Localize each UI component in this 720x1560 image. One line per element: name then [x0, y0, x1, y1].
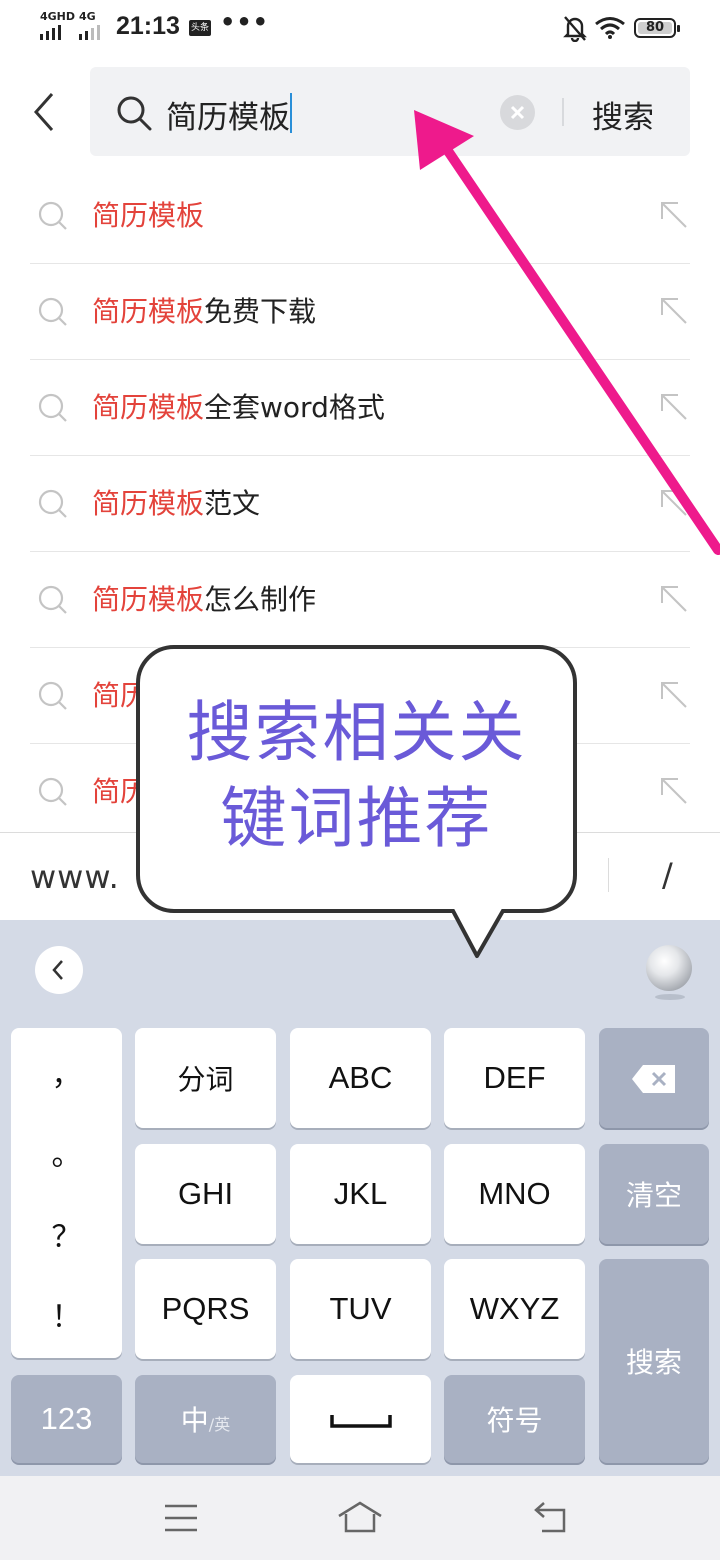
numbers-key[interactable]: 123	[11, 1375, 122, 1463]
exclaim-key[interactable]: ！	[11, 1292, 122, 1336]
keyboard-collapse-button[interactable]	[35, 946, 83, 994]
language-toggle-key[interactable]: 中/英	[135, 1375, 276, 1463]
suggestion-highlight: 简历模板	[92, 583, 205, 616]
suggestion-text: 怎么制作	[204, 583, 317, 616]
status-bar: 4GHD 4G 21:13 头条 ••• 80	[0, 0, 720, 56]
search-icon	[38, 585, 67, 614]
key-ghi[interactable]: GHI	[135, 1144, 276, 1244]
key-def[interactable]: DEF	[444, 1028, 585, 1128]
network-label-1: 4GHD	[40, 10, 76, 23]
toutiao-badge-icon: 头条	[189, 20, 211, 36]
suggestion-text: 范文	[204, 487, 261, 520]
search-icon	[38, 297, 67, 326]
key-tuv[interactable]: TUV	[290, 1259, 431, 1359]
callout-line-1: 搜索相关关	[186, 694, 527, 771]
wifi-icon	[595, 17, 625, 39]
suggestion-text: 免费下载	[204, 295, 317, 328]
back-nav-icon[interactable]	[530, 1501, 568, 1533]
backspace-key[interactable]	[599, 1028, 709, 1128]
chevron-left-icon	[52, 960, 63, 980]
url-slash-key[interactable]: /	[662, 856, 673, 894]
search-query[interactable]: 简历模板	[166, 92, 290, 137]
callout-line-2: 键词推荐	[220, 780, 493, 857]
period-key[interactable]: 。	[11, 1130, 122, 1174]
divider	[608, 858, 609, 892]
signal-icon	[40, 25, 61, 40]
clear-key[interactable]: 清空	[599, 1144, 709, 1244]
fill-query-arrow-icon[interactable]	[660, 585, 688, 613]
key-fenci[interactable]: 分词	[135, 1028, 276, 1128]
punctuation-key-column[interactable]: ， 。 ？ ！	[11, 1028, 122, 1358]
suggestion-highlight: 简历模板	[92, 391, 205, 424]
lang-main: 中	[180, 1404, 209, 1437]
menu-icon[interactable]	[163, 1503, 199, 1533]
suggestion-highlight: 简历模板	[92, 199, 205, 232]
home-icon[interactable]	[336, 1500, 384, 1534]
annotation-arrow-icon	[414, 110, 720, 555]
url-prefix-key[interactable]: www.	[30, 858, 120, 896]
key-wxyz[interactable]: WXYZ	[444, 1259, 585, 1359]
key-pqrs[interactable]: PQRS	[135, 1259, 276, 1359]
space-key[interactable]	[290, 1375, 431, 1463]
suggestion-text: 全套word格式	[204, 391, 385, 424]
symbols-key[interactable]: 符号	[444, 1375, 585, 1463]
battery-level: 80	[638, 21, 672, 34]
keyboard-skin-ball-icon[interactable]	[646, 945, 692, 991]
comma-key[interactable]: ，	[11, 1050, 122, 1094]
keyboard-search-key[interactable]: 搜索	[599, 1259, 709, 1463]
search-icon	[117, 96, 152, 131]
battery-icon: 80	[634, 18, 680, 38]
question-key[interactable]: ？	[11, 1212, 122, 1256]
search-icon	[38, 201, 67, 230]
lang-sub: /英	[208, 1415, 231, 1434]
key-abc[interactable]: ABC	[290, 1028, 431, 1128]
suggestion-highlight: 简历模板	[92, 295, 205, 328]
mute-bell-icon	[563, 16, 587, 42]
search-icon	[38, 489, 67, 518]
callout-text: 搜索相关关 键词推荐	[136, 690, 577, 862]
fill-query-arrow-icon[interactable]	[660, 777, 688, 805]
suggestion-item[interactable]: 简历模板怎么制作	[30, 552, 690, 648]
clock: 21:13	[116, 12, 180, 40]
key-jkl[interactable]: JKL	[290, 1144, 431, 1244]
key-mno[interactable]: MNO	[444, 1144, 585, 1244]
network-label-2: 4G	[79, 10, 96, 23]
search-icon	[38, 681, 67, 710]
space-bar-icon	[330, 1415, 392, 1428]
search-icon	[38, 777, 67, 806]
fill-query-arrow-icon[interactable]	[660, 681, 688, 709]
backspace-icon	[632, 1065, 675, 1093]
suggestion-highlight: 简历模板	[92, 487, 205, 520]
callout-tail	[452, 909, 506, 958]
more-notifications-icon: •••	[220, 8, 270, 36]
search-icon	[38, 393, 67, 422]
text-cursor	[290, 93, 292, 133]
signal-icon-2	[79, 25, 100, 40]
back-arrow-icon[interactable]	[28, 88, 68, 136]
